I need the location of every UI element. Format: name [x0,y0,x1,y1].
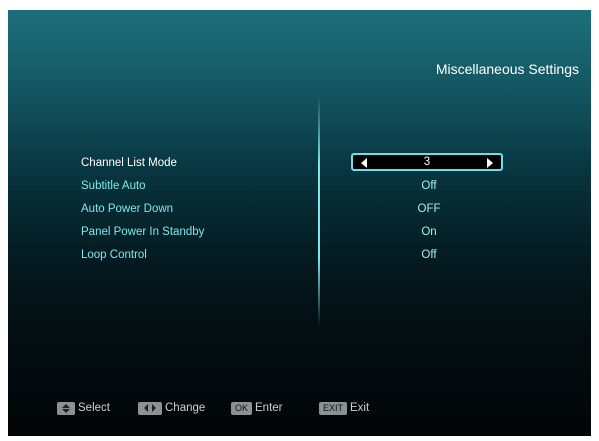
setting-row-channel-list-mode[interactable]: Channel List Mode [8,153,591,173]
exit-key-icon: EXIT [319,401,348,415]
help-change-label: Change [165,402,206,414]
setting-value: OFF [417,203,441,215]
help-exit-label: Exit [350,402,370,414]
setting-value: Off [421,249,437,261]
help-enter: OK Enter [231,398,283,418]
setting-value: Off [421,180,437,192]
setting-label: Loop Control [81,249,147,261]
help-change: Change [138,398,205,418]
value-selector[interactable]: 3 [351,153,503,171]
setting-row-panel-power-in-standby[interactable]: Panel Power In Standby On [8,222,591,242]
setting-row-subtitle-auto[interactable]: Subtitle Auto Off [8,176,591,196]
setting-label: Subtitle Auto [81,180,146,192]
setting-value: On [421,226,437,238]
setting-row-auto-power-down[interactable]: Auto Power Down OFF [8,199,591,219]
help-bar: Select Change OK Enter EXIT Exit [8,398,591,418]
page-title: Miscellaneous Settings [435,61,579,77]
arrow-right-icon[interactable] [487,158,493,168]
left-right-key-icon [138,401,162,415]
help-select-label: Select [78,402,110,414]
setting-row-loop-control[interactable]: Loop Control Off [8,245,591,265]
ok-key-icon: OK [231,401,253,415]
help-select: Select [57,398,110,418]
help-enter-label: Enter [255,402,283,414]
help-exit: EXIT Exit [319,398,369,418]
tv-menu-screen: Miscellaneous Settings Channel List Mode… [8,10,591,436]
setting-label: Auto Power Down [81,203,174,215]
setting-value: 3 [423,156,431,168]
setting-label: Panel Power In Standby [81,226,205,238]
setting-label: Channel List Mode [81,157,177,169]
up-down-key-icon [57,401,75,415]
